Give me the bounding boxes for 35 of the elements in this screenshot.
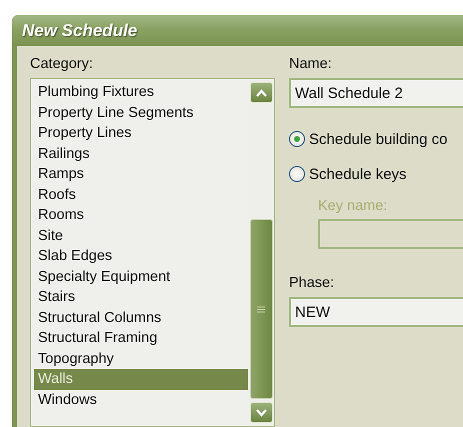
chevron-down-icon	[256, 408, 266, 416]
radio-label: Schedule building co	[309, 130, 448, 148]
category-item[interactable]: Slab Edges	[34, 246, 248, 266]
category-item[interactable]: Site	[34, 226, 248, 246]
key-name-label: Key name:	[318, 198, 388, 214]
key-name-field[interactable]	[318, 219, 463, 249]
category-item[interactable]: Property Lines	[34, 123, 248, 144]
schedule-type-radio[interactable]: Schedule building co	[289, 128, 463, 150]
category-item[interactable]: Structural Columns	[34, 308, 248, 328]
category-item[interactable]: Railings	[34, 144, 248, 164]
scroll-up-button[interactable]	[250, 82, 272, 103]
category-label: Category:	[30, 56, 94, 72]
category-item[interactable]: Stairs	[34, 287, 248, 308]
scroll-down-button[interactable]	[250, 402, 272, 423]
category-item[interactable]: Structural Framing	[34, 328, 248, 348]
category-item[interactable]: Windows	[34, 390, 248, 410]
category-item[interactable]: Plumbing Fixtures	[34, 82, 248, 102]
scroll-thumb[interactable]	[250, 219, 272, 399]
category-item[interactable]: Property Line Segments	[34, 102, 248, 123]
radio-label: Schedule keys	[309, 166, 407, 182]
scrollbar[interactable]	[248, 79, 274, 426]
category-item[interactable]: Rooms	[34, 205, 248, 226]
category-item[interactable]: Specialty Equipment	[34, 266, 248, 287]
window-title: New Schedule	[22, 20, 138, 40]
grip-icon	[257, 306, 265, 312]
category-item[interactable]: Topography	[34, 348, 248, 369]
name-label: Name:	[289, 56, 333, 72]
schedule-type-radio[interactable]: Schedule keys	[289, 163, 463, 185]
name-field[interactable]: Wall Schedule 2	[289, 78, 463, 108]
category-list[interactable]: Plumbing Fixtures Property Line Segments Property Lines Railings Ramps Roofs Rooms Site Slab Edges Specialty Equipment Stairs Structural Columns Structural Framing Topography Walls Windows	[30, 78, 275, 427]
chevron-up-icon	[256, 88, 266, 96]
phase-field[interactable]: NEW	[289, 297, 463, 327]
category-item[interactable]: Ramps	[34, 164, 248, 184]
phase-label: Phase:	[289, 275, 336, 291]
category-item[interactable]: Roofs	[34, 184, 248, 205]
